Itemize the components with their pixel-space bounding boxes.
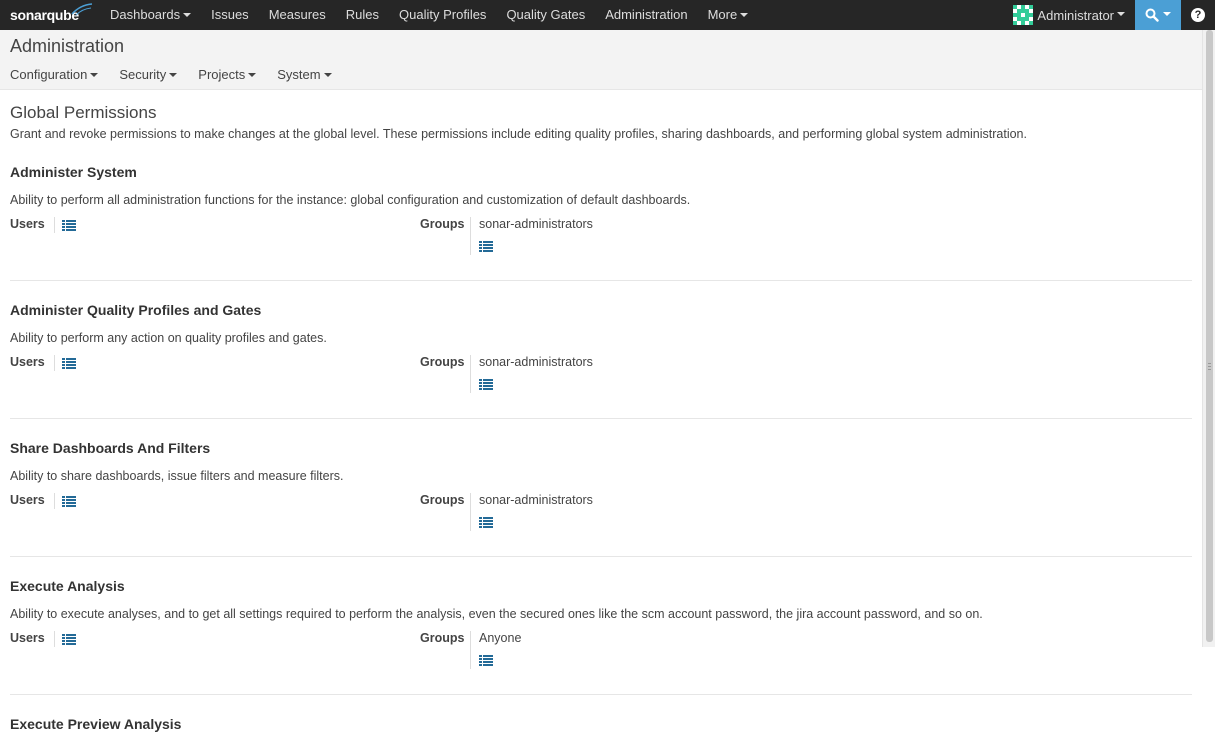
- divider: [470, 355, 471, 393]
- permission-name: Execute Preview Analysis: [10, 716, 182, 732]
- nav-rules[interactable]: Rules: [336, 0, 389, 30]
- groups-label: Groups: [420, 355, 465, 369]
- list-icon[interactable]: [479, 379, 493, 390]
- sonarqube-logo[interactable]: sonarqube: [10, 0, 96, 30]
- list-icon[interactable]: [479, 517, 493, 528]
- group-name: Anyone: [479, 631, 522, 645]
- caret-down-icon: [740, 12, 749, 17]
- caret-down-icon: [1117, 12, 1125, 16]
- scroll-grip: [1208, 369, 1211, 370]
- permission-description: Ability to share dashboards, issue filte…: [10, 469, 344, 483]
- subnav-projects[interactable]: Projects: [198, 67, 257, 82]
- groups-label: Groups: [420, 493, 465, 507]
- groups-label: Groups: [420, 217, 465, 231]
- subnav-system[interactable]: System: [277, 67, 332, 82]
- permission-list: Administer System Ability to perform all…: [10, 164, 1192, 756]
- divider: [54, 493, 55, 509]
- list-icon[interactable]: [62, 220, 76, 231]
- caret-down-icon: [169, 72, 178, 77]
- main-nav: Dashboards Issues Measures Rules Quality…: [100, 0, 758, 30]
- nav-administration-label: Administration: [605, 7, 688, 22]
- permission-row: Administer System Ability to perform all…: [10, 164, 1192, 281]
- divider: [470, 217, 471, 255]
- group-name: sonar-administrators: [479, 355, 593, 369]
- permission-row: Execute Analysis Ability to execute anal…: [10, 578, 1192, 695]
- group-name: sonar-administrators: [479, 217, 593, 231]
- divider: [470, 493, 471, 531]
- page-scrollbar[interactable]: [1202, 30, 1215, 647]
- groups-label: Groups: [420, 631, 465, 645]
- nav-dashboards-label: Dashboards: [110, 7, 181, 22]
- subnav-configuration[interactable]: Configuration: [10, 67, 99, 82]
- nav-administration[interactable]: Administration: [595, 0, 697, 30]
- group-name: sonar-administrators: [479, 493, 593, 507]
- avatar: [1013, 5, 1034, 25]
- nav-quality-profiles[interactable]: Quality Profiles: [389, 0, 496, 30]
- search-button[interactable]: [1135, 0, 1181, 30]
- scroll-thumb[interactable]: [1206, 30, 1213, 642]
- nav-quality-gates[interactable]: Quality Gates: [496, 0, 595, 30]
- help-button[interactable]: ?: [1181, 0, 1215, 30]
- list-icon[interactable]: [62, 634, 76, 645]
- nav-rules-label: Rules: [345, 7, 380, 22]
- list-icon[interactable]: [62, 496, 76, 507]
- list-icon[interactable]: [479, 241, 493, 252]
- caret-down-icon: [90, 72, 99, 77]
- nav-measures-label: Measures: [268, 7, 326, 22]
- users-label: Users: [10, 217, 45, 231]
- caret-down-icon: [183, 12, 192, 17]
- nav-issues-label: Issues: [211, 7, 249, 22]
- permission-description: Ability to perform all administration fu…: [10, 193, 691, 207]
- section-title: Global Permissions: [10, 103, 157, 122]
- permission-description: Ability to perform any action on quality…: [10, 331, 327, 345]
- permission-row: Administer Quality Profiles and Gates Ab…: [10, 302, 1192, 419]
- subnav-security[interactable]: Security: [119, 67, 178, 82]
- nav-issues[interactable]: Issues: [201, 0, 259, 30]
- caret-down-icon: [323, 72, 332, 77]
- nav-more-label: More: [707, 7, 738, 22]
- logo-text: sonarqube: [10, 7, 79, 23]
- list-icon[interactable]: [479, 655, 493, 666]
- search-icon: [1145, 8, 1159, 22]
- scroll-grip: [1208, 363, 1211, 364]
- nav-dashboards[interactable]: Dashboards: [100, 0, 201, 30]
- divider: [470, 631, 471, 669]
- subnav-system-label: System: [277, 67, 321, 82]
- permission-name: Execute Analysis: [10, 578, 125, 594]
- scroll-grip: [1208, 366, 1211, 367]
- permission-name: Administer Quality Profiles and Gates: [10, 302, 262, 318]
- user-name: Administrator: [1037, 7, 1114, 23]
- top-navbar: sonarqube Dashboards Issues Measures Rul…: [0, 0, 1215, 30]
- nav-quality-gates-label: Quality Gates: [506, 7, 586, 22]
- logo-arc-icon: [71, 3, 93, 16]
- section-description: Grant and revoke permissions to make cha…: [10, 127, 1027, 141]
- help-icon: ?: [1191, 8, 1205, 22]
- users-label: Users: [10, 631, 45, 645]
- page-header: Administration Configuration Security Pr…: [0, 30, 1202, 90]
- main-content: Global Permissions Grant and revoke perm…: [10, 90, 1192, 756]
- caret-down-icon: [248, 72, 257, 77]
- nav-more[interactable]: More: [698, 0, 759, 30]
- subnav-security-label: Security: [119, 67, 167, 82]
- users-label: Users: [10, 493, 45, 507]
- permission-row: Execute Preview Analysis: [10, 716, 1192, 756]
- permission-name: Administer System: [10, 164, 137, 180]
- permission-row: Share Dashboards And Filters Ability to …: [10, 440, 1192, 557]
- list-icon[interactable]: [62, 358, 76, 369]
- nav-measures[interactable]: Measures: [259, 0, 336, 30]
- divider: [54, 355, 55, 371]
- nav-right: Administrator ?: [1003, 0, 1215, 30]
- user-menu[interactable]: Administrator: [1003, 0, 1135, 30]
- users-label: Users: [10, 355, 45, 369]
- page-title: Administration: [10, 36, 125, 56]
- subnav-projects-label: Projects: [198, 67, 246, 82]
- divider: [54, 217, 55, 233]
- sub-nav: Configuration Security Projects System: [10, 67, 353, 82]
- subnav-configuration-label: Configuration: [10, 67, 88, 82]
- permission-description: Ability to execute analyses, and to get …: [10, 607, 983, 621]
- divider: [54, 631, 55, 647]
- nav-quality-profiles-label: Quality Profiles: [399, 7, 487, 22]
- caret-down-icon: [1163, 12, 1171, 16]
- permission-name: Share Dashboards And Filters: [10, 440, 211, 456]
